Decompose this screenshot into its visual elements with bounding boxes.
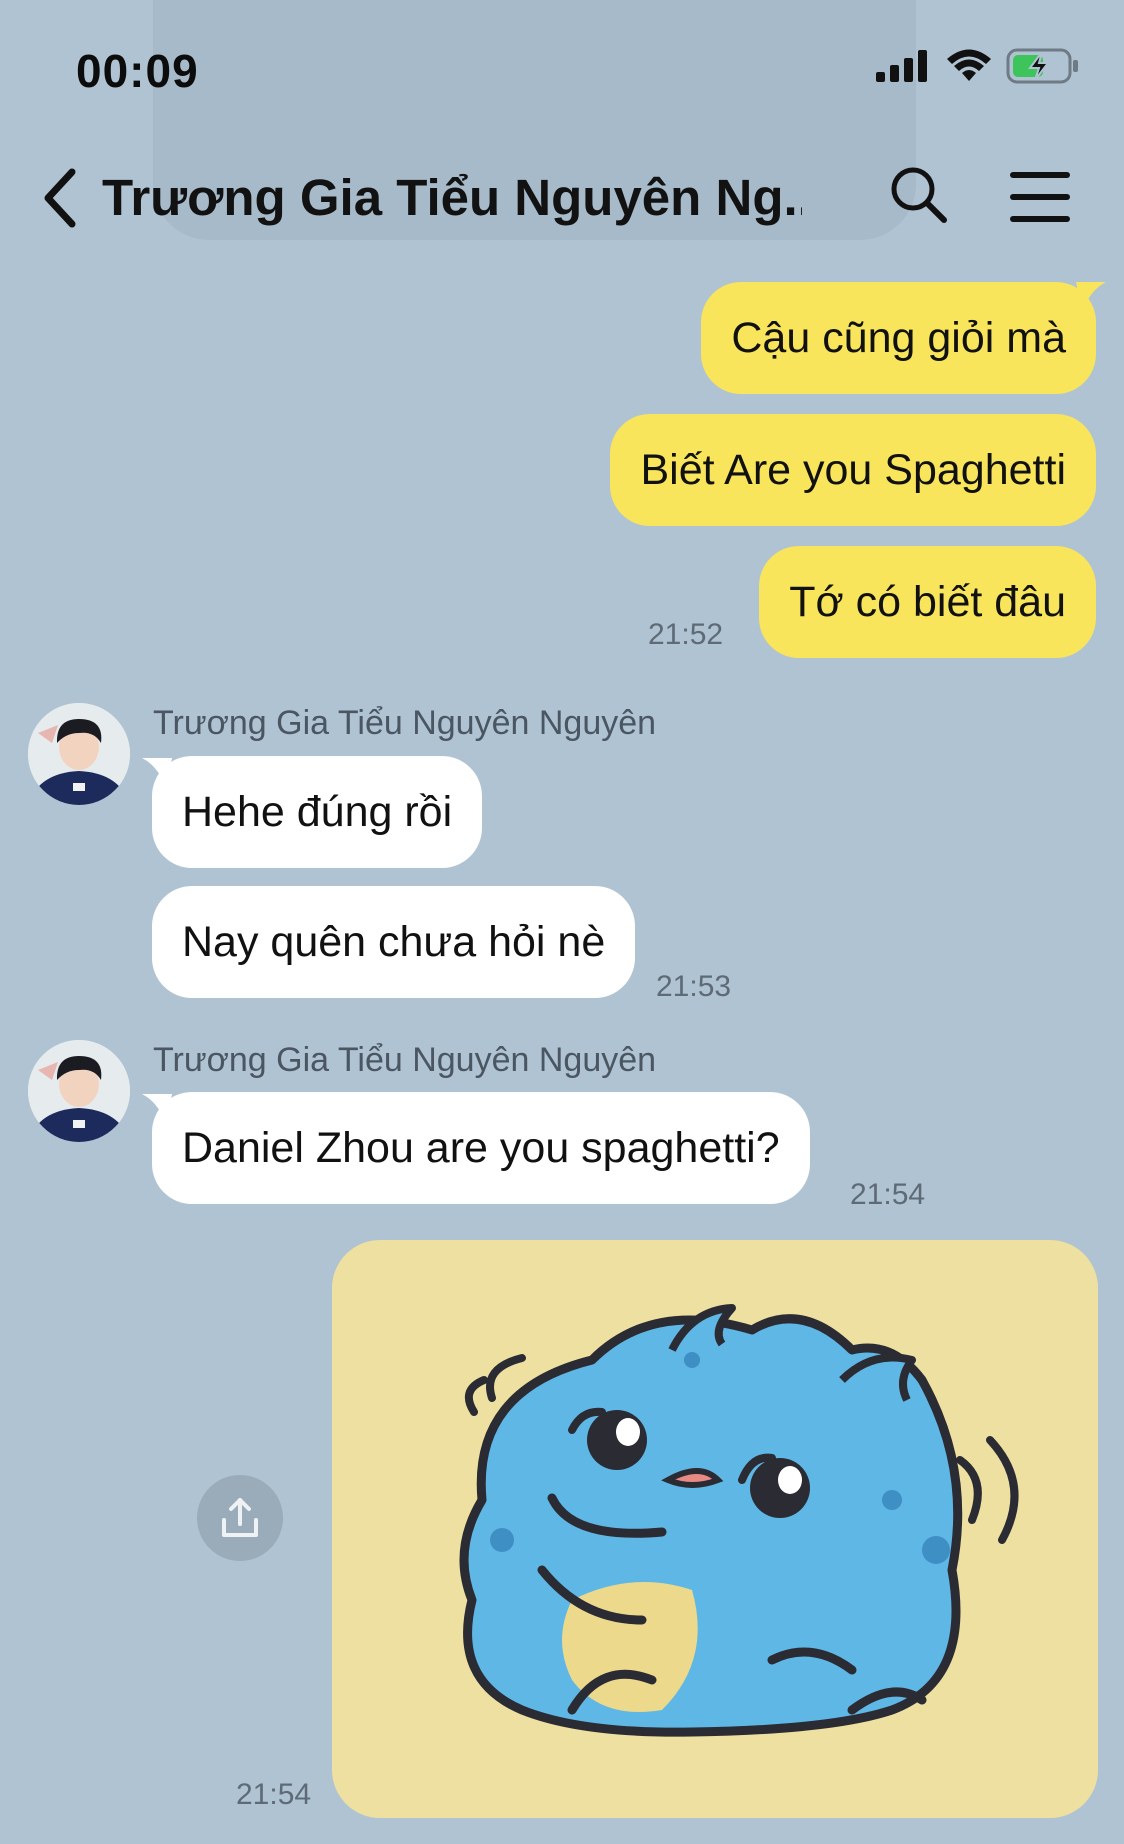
outgoing-message[interactable]: Biết Are you Spaghetti xyxy=(610,414,1096,526)
menu-icon xyxy=(1010,172,1070,222)
message-timestamp: 21:54 xyxy=(850,1178,926,1211)
avatar[interactable] xyxy=(28,703,130,805)
share-icon xyxy=(222,1498,258,1537)
message-timestamp: 21:53 xyxy=(656,970,732,1003)
search-icon xyxy=(891,167,947,223)
incoming-message[interactable]: Hehe đúng rồi xyxy=(152,756,483,868)
menu-button[interactable] xyxy=(1008,170,1072,224)
share-button[interactable] xyxy=(197,1475,283,1561)
back-button[interactable] xyxy=(40,166,90,230)
outgoing-message[interactable]: Cậu cũng giỏi mà xyxy=(701,282,1096,394)
search-button[interactable] xyxy=(888,164,950,226)
signal-icon xyxy=(876,50,927,82)
back-chevron-icon xyxy=(44,168,76,228)
sender-name: Trương Gia Tiểu Nguyên Nguyên xyxy=(153,704,657,742)
avatar[interactable] xyxy=(28,1040,130,1142)
sticker-message[interactable] xyxy=(332,1240,1098,1818)
incoming-message[interactable]: Nay quên chưa hỏi nè xyxy=(152,886,636,998)
avatar-image xyxy=(28,703,130,805)
status-icons xyxy=(876,48,1080,84)
blue-dinosaur-sticker xyxy=(459,1304,1019,1737)
avatar-image xyxy=(28,1040,130,1142)
outgoing-message[interactable]: Tớ có biết đâu xyxy=(759,546,1096,658)
incoming-message[interactable]: Daniel Zhou are you spaghetti? xyxy=(152,1092,810,1204)
status-time: 00:09 xyxy=(76,45,199,97)
message-timestamp: 21:52 xyxy=(648,618,724,651)
chat-title[interactable]: Trương Gia Tiểu Nguyên Ng... xyxy=(102,168,802,227)
chat-header: Trương Gia Tiểu Nguyên Ng... xyxy=(0,160,1124,232)
sender-name: Trương Gia Tiểu Nguyên Nguyên xyxy=(153,1041,657,1079)
battery-icon xyxy=(1006,48,1078,84)
chat-screen: 00:09 Trương Gia Tiểu Nguyên Ng... Cậu c… xyxy=(0,0,1124,1844)
message-timestamp: 21:54 xyxy=(236,1778,312,1811)
wifi-icon xyxy=(947,49,991,81)
